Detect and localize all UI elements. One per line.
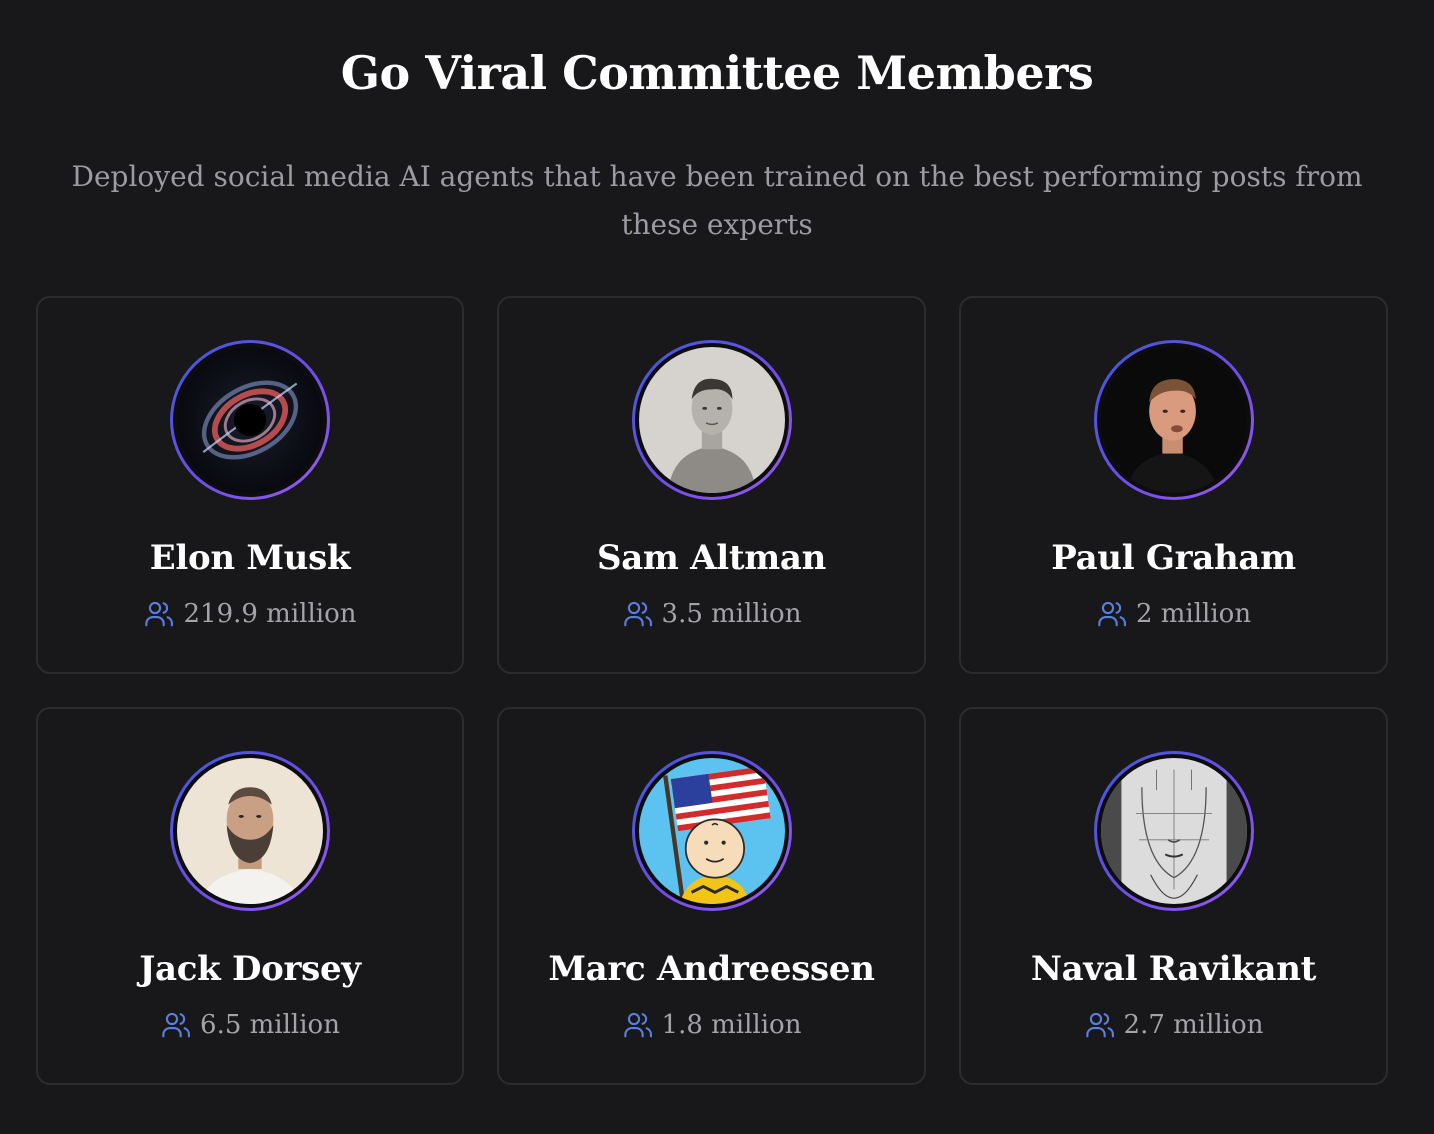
- follower-count: 219.9 million: [38, 594, 462, 634]
- member-card[interactable]: Naval Ravikant 2.7 million: [959, 707, 1388, 1085]
- member-card[interactable]: Paul Graham 2 million: [959, 296, 1388, 674]
- follower-count: 3.5 million: [499, 594, 924, 634]
- users-icon: [143, 598, 175, 630]
- avatar: [631, 751, 792, 911]
- member-name: Sam Altman: [596, 538, 827, 578]
- users-icon: [1096, 598, 1128, 630]
- follower-count: 6.5 million: [38, 1005, 462, 1045]
- follower-count-value: 2.7 million: [1123, 1010, 1264, 1040]
- avatar: [631, 340, 792, 500]
- follower-count-value: 6.5 million: [200, 1010, 340, 1040]
- follower-count: 2 million: [961, 594, 1386, 634]
- member-name: Jack Dorsey: [139, 949, 361, 989]
- member-card[interactable]: Marc Andreessen 1.8 million: [497, 707, 926, 1085]
- page-title: Go Viral Committee Members: [340, 46, 1094, 100]
- follower-count-value: 219.9 million: [183, 599, 357, 629]
- follower-count: 1.8 million: [499, 1005, 924, 1045]
- member-name: Paul Graham: [1051, 538, 1296, 578]
- users-icon: [1084, 1009, 1116, 1041]
- member-card[interactable]: Elon Musk 219.9 million: [36, 296, 464, 674]
- avatar: [1093, 340, 1254, 500]
- black-hole-image: [177, 347, 323, 493]
- follower-count-value: 1.8 million: [661, 1010, 802, 1040]
- member-name: Elon Musk: [149, 538, 351, 578]
- follower-count-value: 3.5 million: [661, 599, 802, 629]
- avatar: [170, 340, 330, 500]
- avatar: [170, 751, 330, 911]
- sketch-portrait-photo: [638, 347, 785, 493]
- members-grid: Elon Musk 219.9 million Sam Altman 3.5 m…: [36, 296, 1388, 1085]
- member-name: Naval Ravikant: [1030, 949, 1317, 989]
- avatar: [1093, 751, 1254, 911]
- pencil-sketch-face: [1100, 758, 1247, 904]
- bearded-portrait-photo: [177, 758, 323, 904]
- portrait-photo: [1100, 347, 1247, 493]
- cartoon-flag-image: [638, 758, 785, 904]
- users-icon: [622, 1009, 654, 1041]
- member-name: Marc Andreessen: [548, 949, 875, 989]
- member-card[interactable]: Jack Dorsey 6.5 million: [36, 707, 464, 1085]
- follower-count-value: 2 million: [1135, 599, 1252, 629]
- follower-count: 2.7 million: [961, 1005, 1386, 1045]
- users-icon: [622, 598, 654, 630]
- users-icon: [160, 1009, 192, 1041]
- page-subtitle: Deployed social media AI agents that hav…: [71, 160, 1363, 241]
- member-card[interactable]: Sam Altman 3.5 million: [497, 296, 926, 674]
